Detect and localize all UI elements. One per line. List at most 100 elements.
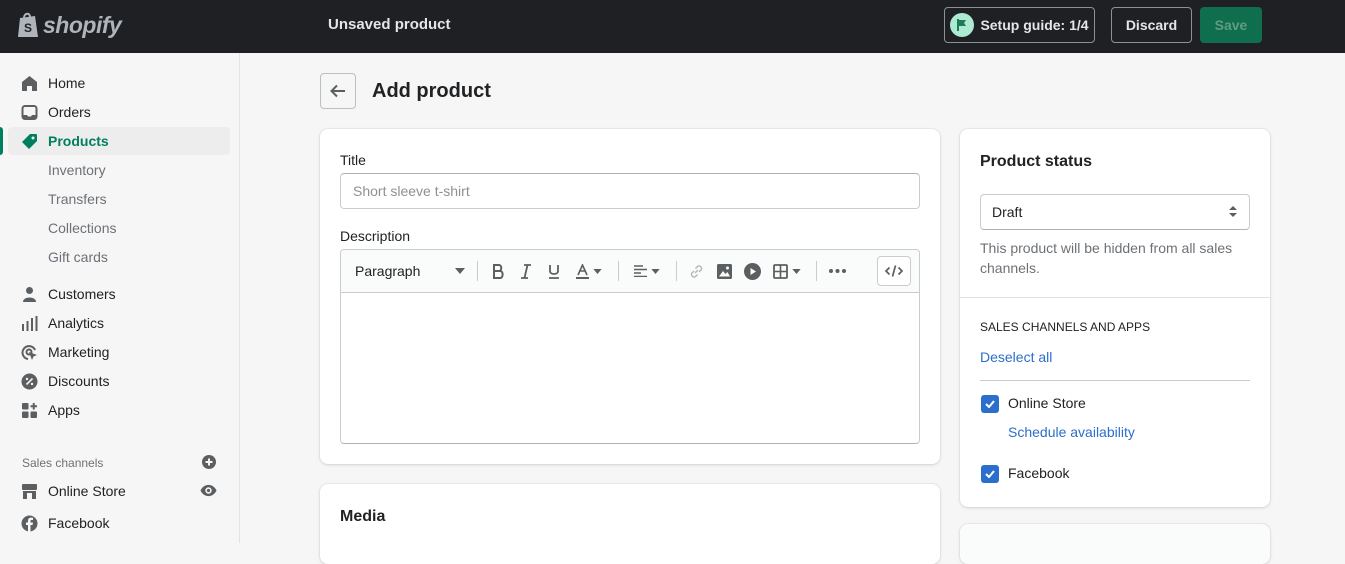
play-icon xyxy=(743,262,761,280)
sidebar-item-label: Transfers xyxy=(48,191,107,207)
link-button[interactable] xyxy=(685,260,707,282)
eye-icon[interactable] xyxy=(200,484,217,497)
orders-icon xyxy=(21,105,38,120)
setup-guide-label: Setup guide: 1/4 xyxy=(980,17,1089,33)
sidebar-item-label: Collections xyxy=(48,220,117,236)
title-input[interactable] xyxy=(340,173,920,209)
discard-button[interactable]: Discard xyxy=(1111,7,1192,43)
checkmark-icon xyxy=(985,470,995,478)
description-label: Description xyxy=(340,228,411,244)
image-icon xyxy=(716,263,732,279)
insert-table-button[interactable] xyxy=(769,260,805,282)
sidebar-item-gift-cards[interactable]: Gift cards xyxy=(8,243,230,271)
schedule-availability-link[interactable]: Schedule availability xyxy=(1008,424,1135,440)
bold-icon xyxy=(493,263,504,279)
insert-video-button[interactable] xyxy=(741,260,763,282)
status-select[interactable]: Draft xyxy=(980,194,1250,230)
sidebar-item-label: Marketing xyxy=(48,344,110,360)
sidebar-item-facebook[interactable]: Facebook xyxy=(8,509,230,537)
back-button[interactable] xyxy=(320,73,356,109)
bar-chart-icon xyxy=(22,316,38,331)
insert-image-button[interactable] xyxy=(713,260,735,282)
person-icon xyxy=(23,287,36,302)
store-icon xyxy=(22,484,37,499)
sales-channels-heading: Sales channels xyxy=(22,456,104,470)
home-icon xyxy=(22,76,37,91)
section-divider xyxy=(960,297,1270,298)
sidebar-item-label: Online Store xyxy=(48,483,126,499)
shopify-bag-icon: S xyxy=(18,12,38,37)
sidebar-item-label: Orders xyxy=(48,104,91,120)
deselect-all-link[interactable]: Deselect all xyxy=(980,349,1052,365)
save-button[interactable]: Save xyxy=(1200,7,1262,43)
product-status-heading: Product status xyxy=(980,153,1093,170)
toolbar-divider xyxy=(816,261,817,281)
text-color-icon xyxy=(576,263,589,279)
sidebar-item-customers[interactable]: Customers xyxy=(8,280,230,308)
select-arrows-icon xyxy=(1229,206,1237,217)
sidebar-item-label: Gift cards xyxy=(48,249,108,265)
add-sales-channel-icon[interactable] xyxy=(202,455,216,469)
toolbar-divider xyxy=(618,261,619,281)
logo-text: shopify xyxy=(43,11,122,38)
online-store-checkbox[interactable] xyxy=(981,395,999,413)
sidebar-item-orders[interactable]: Orders xyxy=(8,98,230,126)
sidebar-item-products[interactable]: Products xyxy=(8,127,230,155)
sidebar-item-label: Facebook xyxy=(48,515,110,531)
align-button[interactable] xyxy=(629,260,665,282)
page-title: Add product xyxy=(372,80,491,102)
underline-button[interactable] xyxy=(543,260,565,282)
sidebar-item-home[interactable]: Home xyxy=(8,69,230,97)
discount-icon xyxy=(21,373,38,390)
sidebar-item-label: Products xyxy=(48,133,109,149)
sidebar-item-inventory[interactable]: Inventory xyxy=(8,156,230,184)
caret-down-icon xyxy=(651,268,660,274)
sidebar-item-label: Customers xyxy=(48,286,116,302)
sidebar-item-collections[interactable]: Collections xyxy=(8,214,230,242)
sidebar-item-online-store[interactable]: Online Store xyxy=(8,477,230,505)
sidebar-item-apps[interactable]: Apps xyxy=(8,396,230,424)
setup-guide-button[interactable]: Setup guide: 1/4 xyxy=(944,7,1095,43)
caret-down-icon xyxy=(455,268,465,274)
caret-down-icon xyxy=(792,268,801,274)
description-textarea[interactable] xyxy=(341,293,919,443)
more-options-button[interactable] xyxy=(825,260,849,282)
text-color-button[interactable] xyxy=(571,260,607,282)
next-card xyxy=(960,524,1270,564)
facebook-icon xyxy=(21,515,38,532)
editor-toolbar: Paragraph xyxy=(341,250,919,293)
target-icon xyxy=(21,345,37,360)
facebook-label: Facebook xyxy=(1008,465,1070,481)
italic-button[interactable] xyxy=(515,260,537,282)
product-details-card: Title Description Paragraph xyxy=(320,129,940,464)
top-bar: S shopify Unsaved product Setup guide: 1… xyxy=(0,0,1345,53)
sidebar-item-label: Home xyxy=(48,75,86,91)
table-icon xyxy=(773,263,788,279)
more-horizontal-icon xyxy=(828,269,846,273)
link-icon xyxy=(690,264,702,278)
online-store-label: Online Store xyxy=(1008,395,1086,411)
title-label: Title xyxy=(340,152,366,168)
tag-icon xyxy=(22,134,37,149)
page-status-title: Unsaved product xyxy=(328,16,451,33)
align-left-icon xyxy=(634,265,647,277)
facebook-checkbox[interactable] xyxy=(981,465,999,483)
channels-divider xyxy=(980,380,1250,381)
sidebar-item-transfers[interactable]: Transfers xyxy=(8,185,230,213)
sidebar-item-marketing[interactable]: Marketing xyxy=(8,338,230,366)
bold-button[interactable] xyxy=(487,260,509,282)
sales-channels-apps-heading: SALES CHANNELS AND APPS xyxy=(980,320,1151,334)
html-view-button[interactable] xyxy=(877,256,911,286)
shopify-logo[interactable]: S shopify xyxy=(16,11,122,39)
media-card: Media xyxy=(320,484,940,564)
sidebar-item-discounts[interactable]: Discounts xyxy=(8,367,230,395)
format-select[interactable]: Paragraph xyxy=(355,260,465,282)
toolbar-divider xyxy=(477,261,478,281)
sidebar-item-analytics[interactable]: Analytics xyxy=(8,309,230,337)
arrow-left-icon xyxy=(330,84,345,98)
main-content: Add product Title Description Paragraph xyxy=(241,53,1345,564)
sidebar-nav: Home Orders Products Inventory Transfers… xyxy=(0,53,240,543)
sidebar-item-label: Analytics xyxy=(48,315,105,331)
product-status-card: Product status Draft This product will b… xyxy=(960,129,1270,507)
checkmark-icon xyxy=(985,400,995,408)
